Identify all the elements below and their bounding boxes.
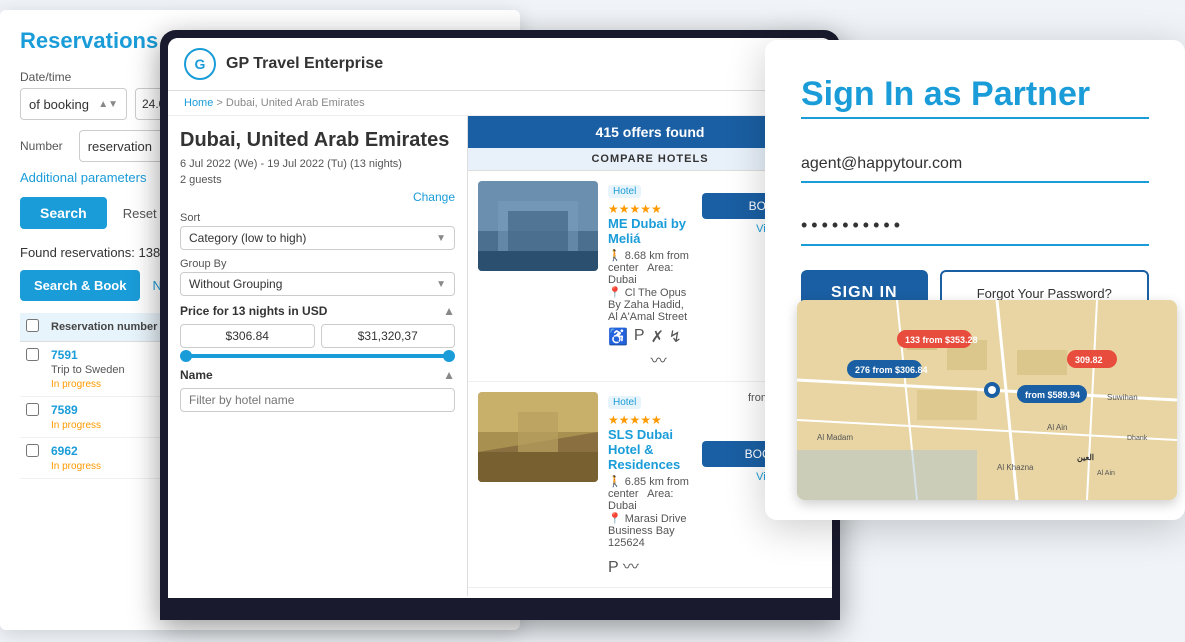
password-input[interactable]	[801, 207, 1149, 246]
hotel-address-1: 📍 Cl The Opus By Zaha Hadid, Al A'Amal S…	[608, 286, 692, 323]
hotel-stars-1: ★★★★★	[608, 202, 692, 216]
gp-change-link[interactable]: Change	[180, 190, 455, 204]
hotel-amenities-1: ♿ P ✗ ↯ 〰	[608, 327, 692, 371]
reservation-link-2[interactable]: 7589	[51, 403, 78, 417]
svg-text:Al Madam: Al Madam	[817, 433, 853, 442]
group-by-label: Group By	[180, 258, 455, 270]
map-background: 276 from $306.84 133 from $353.28 from $…	[797, 300, 1177, 500]
svg-text:276 from $306.84: 276 from $306.84	[855, 365, 928, 375]
group-by-chevron: ▼	[436, 279, 446, 290]
laptop-wrapper: G GP Travel Enterprise Home > Dubai, Uni…	[160, 30, 840, 620]
sort-select[interactable]: Category (low to high) ▼	[180, 226, 455, 250]
svg-text:Al Ain: Al Ain	[1047, 423, 1067, 432]
breadcrumb-location: Dubai, United Arab Emirates	[226, 97, 365, 109]
res-status-1: In progress	[51, 379, 101, 390]
hotel-distance-2: 🚶 6.85 km from center Area: Dubai	[608, 475, 692, 512]
gp-guests: 2 guests	[180, 174, 455, 186]
hotel-img-1	[478, 181, 598, 271]
gp-logo: G	[184, 48, 216, 80]
sort-chevron: ▼	[436, 233, 446, 244]
sort-label: Sort	[180, 212, 455, 224]
hotel-card-3: Hotel ★★★★★ Mandarin Oriental Jumeira, D…	[468, 588, 832, 596]
name-filter-label: Name	[180, 368, 213, 382]
gp-header: G GP Travel Enterprise	[168, 38, 832, 91]
reset-button[interactable]: Reset	[115, 198, 165, 229]
hotel-tag-2: Hotel	[608, 396, 641, 409]
reservation-link-3[interactable]: 6962	[51, 444, 78, 458]
row-checkbox-1[interactable]	[26, 348, 39, 361]
res-status-3: In progress	[51, 461, 101, 472]
price-slider-left-handle[interactable]	[180, 350, 192, 362]
email-input[interactable]	[801, 147, 1149, 183]
hotel-name-2[interactable]: SLS Dubai Hotel & Residences	[608, 427, 692, 472]
col-reservation-number: Reservation number	[45, 313, 169, 342]
signin-title-underline	[801, 117, 1149, 119]
map-svg: 276 from $306.84 133 from $353.28 from $…	[797, 300, 1177, 500]
search-book-button[interactable]: Search & Book	[20, 270, 140, 301]
svg-text:العين: العين	[1077, 453, 1094, 463]
svg-text:133 from $353.28: 133 from $353.28	[905, 335, 978, 345]
group-by-select[interactable]: Without Grouping ▼	[180, 272, 455, 296]
row-checkbox-2[interactable]	[26, 403, 39, 416]
search-button[interactable]: Search	[20, 197, 107, 229]
reservation-link-1[interactable]: 7591	[51, 348, 78, 362]
number-label: Number	[20, 139, 63, 153]
hotel-amenities-2: P 〰	[608, 553, 692, 577]
price-min-input[interactable]: $306.84	[180, 324, 315, 348]
hotel-stars-2: ★★★★★	[608, 413, 692, 427]
signin-panel: Sign In as Partner SIGN IN Forgot Your P…	[765, 40, 1185, 520]
select-all-checkbox[interactable]	[26, 319, 39, 332]
breadcrumb-home[interactable]: Home	[184, 97, 213, 109]
row-checkbox-3[interactable]	[26, 444, 39, 457]
hotel-distance-1: 🚶 8.68 km from center Area: Dubai	[608, 249, 692, 286]
price-range-label: Price for 13 nights in USD	[180, 304, 327, 318]
hotel-tag-1: Hotel	[608, 185, 641, 198]
svg-text:309.82: 309.82	[1075, 355, 1103, 365]
res-status-2: In progress	[51, 420, 101, 431]
gp-breadcrumb: Home > Dubai, United Arab Emirates	[168, 91, 832, 116]
price-max-input[interactable]: $31,320,37	[321, 324, 456, 348]
hotel-info-2: Hotel ★★★★★ SLS Dubai Hotel & Residences…	[608, 392, 692, 577]
hotel-name-1[interactable]: ME Dubai by Meliá	[608, 216, 692, 246]
gp-city-title: Dubai, United Arab Emirates	[180, 128, 455, 152]
gp-company-name: GP Travel Enterprise	[226, 55, 383, 73]
gp-date-range: 6 Jul 2022 (We) - 19 Jul 2022 (Tu) (13 n…	[180, 158, 455, 170]
price-slider-right-handle[interactable]	[443, 350, 455, 362]
booking-type-select[interactable]: of booking ▲▼	[20, 88, 127, 120]
signin-title: Sign In as Partner	[801, 76, 1149, 113]
breadcrumb-sep: >	[216, 97, 225, 109]
price-slider[interactable]	[180, 354, 455, 358]
svg-text:Suwihan: Suwihan	[1107, 393, 1138, 402]
svg-text:Dhank: Dhank	[1127, 435, 1148, 442]
price-range-arrow: ▲	[443, 304, 455, 318]
svg-text:from $589.94: from $589.94	[1025, 390, 1080, 400]
laptop-screen: G GP Travel Enterprise Home > Dubai, Uni…	[168, 38, 832, 598]
name-filter-arrow: ▲	[443, 368, 455, 382]
res-name-1: Trip to Sweden	[51, 364, 125, 376]
hotel-img-2	[478, 392, 598, 482]
hotel-name-filter[interactable]	[180, 388, 455, 412]
hotel-info-1: Hotel ★★★★★ ME Dubai by Meliá 🚶 8.68 km …	[608, 181, 692, 371]
svg-text:Al Ain: Al Ain	[1097, 470, 1115, 477]
map-area: 276 from $306.84 133 from $353.28 from $…	[797, 300, 1177, 500]
svg-text:Al Khazna: Al Khazna	[997, 463, 1034, 472]
gp-sidebar: Dubai, United Arab Emirates 6 Jul 2022 (…	[168, 116, 468, 596]
hotel-address-2: 📍 Marasi Drive Business Bay 125624	[608, 512, 692, 549]
booking-type-arrow: ▲▼	[98, 99, 118, 110]
gp-content: Dubai, United Arab Emirates 6 Jul 2022 (…	[168, 116, 832, 596]
